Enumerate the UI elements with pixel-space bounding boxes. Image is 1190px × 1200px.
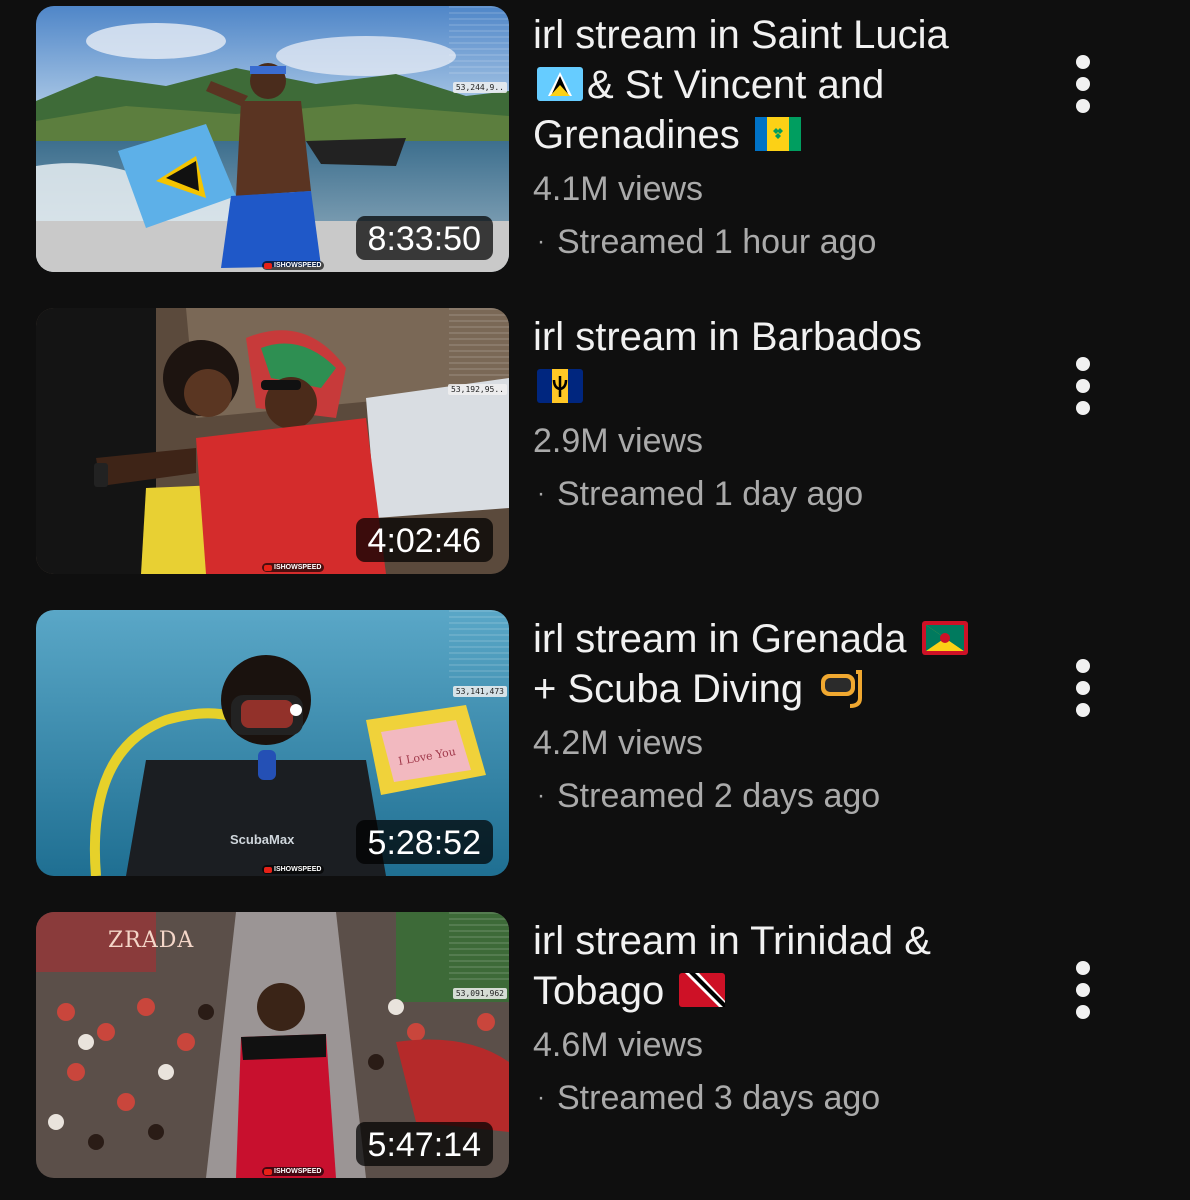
st-vincent-flag-icon — [754, 117, 801, 151]
more-options-button[interactable] — [1062, 51, 1104, 117]
video-meta: irl stream in Grenada + Scuba Diving 4.2… — [533, 610, 1013, 817]
viewer-count-overlay: 53,192,95.. — [448, 384, 507, 395]
view-count: 4.6M views — [533, 1026, 704, 1064]
video-meta: irl stream in Saint Lucia & St Vincent a… — [533, 6, 1013, 263]
duration-badge: 8:33:50 — [355, 216, 493, 260]
video-thumbnail[interactable]: 53,192,95.. ISHOWSPEED 4:02:46 — [36, 308, 509, 574]
video-item-grenada[interactable]: 53,141,473 I Love You ScubaMax ISHOWSPEE… — [0, 610, 1190, 878]
title-text: & St Vincent and Grenadines — [533, 63, 885, 157]
video-title[interactable]: irl stream in Trinidad & Tobago — [533, 916, 1013, 1016]
video-thumbnail[interactable]: 53,141,473 I Love You ScubaMax ISHOWSPEE… — [36, 610, 509, 876]
kebab-dot — [1076, 379, 1090, 393]
kebab-dot — [1076, 983, 1090, 997]
stream-date-text: Streamed 1 hour ago — [557, 223, 877, 261]
chat-overlay — [449, 6, 509, 76]
title-text: Tobago — [533, 969, 665, 1013]
channel-watermark: ISHOWSPEED — [262, 865, 325, 874]
video-item-trinidad[interactable]: ZRADA 53,091,962 ISHOWSPEED 5:47:14 irl … — [0, 912, 1190, 1180]
duration-badge: 5:47:14 — [355, 1122, 493, 1166]
title-text: irl stream in Grenada — [533, 617, 907, 661]
kebab-dot — [1076, 681, 1090, 695]
channel-watermark: ISHOWSPEED — [262, 1167, 325, 1176]
video-meta: irl stream in Barbados 2.9M views · Strea… — [533, 308, 1013, 515]
kebab-dot — [1076, 401, 1090, 415]
stream-date: · Streamed 1 day ago — [537, 473, 1013, 515]
chat-overlay — [449, 610, 509, 680]
title-text: + Scuba Diving — [533, 667, 804, 711]
video-meta: irl stream in Trinidad & Tobago 4.6M vie… — [533, 912, 1013, 1119]
title-text: irl stream in Saint Lucia — [533, 13, 949, 57]
more-options-button[interactable] — [1062, 655, 1104, 721]
separator-dot: · — [537, 228, 545, 255]
wetsuit-logo: ScubaMax — [230, 832, 295, 847]
view-count: 4.2M views — [533, 724, 704, 762]
kebab-dot — [1076, 1005, 1090, 1019]
video-item-saint-lucia[interactable]: 53,244,9.. ISHOWSPEED 8:33:50 irl stream… — [0, 6, 1190, 274]
duration-badge: 5:28:52 — [355, 820, 493, 864]
view-count: 2.9M views — [533, 422, 704, 460]
viewer-count-overlay: 53,091,962 — [452, 988, 507, 999]
more-options-button[interactable] — [1062, 353, 1104, 419]
video-item-barbados[interactable]: 53,192,95.. ISHOWSPEED 4:02:46 irl strea… — [0, 308, 1190, 576]
video-title[interactable]: irl stream in Grenada + Scuba Diving — [533, 614, 1013, 714]
kebab-dot — [1076, 357, 1090, 371]
diving-mask-icon — [821, 670, 863, 708]
duration-badge: 4:02:46 — [355, 518, 493, 562]
stream-date: · Streamed 1 hour ago — [537, 221, 1013, 263]
separator-dot: · — [537, 480, 545, 507]
kebab-dot — [1076, 77, 1090, 91]
chat-overlay — [449, 912, 509, 982]
separator-dot: · — [537, 782, 545, 809]
kebab-dot — [1076, 99, 1090, 113]
chat-overlay — [449, 308, 509, 378]
view-count: 4.1M views — [533, 170, 704, 208]
video-thumbnail[interactable]: ZRADA 53,091,962 ISHOWSPEED 5:47:14 — [36, 912, 509, 1178]
kebab-dot — [1076, 55, 1090, 69]
viewer-count-overlay: 53,244,9.. — [452, 82, 507, 93]
stream-date: · Streamed 2 days ago — [537, 775, 1013, 817]
title-text: irl stream in Barbados — [533, 315, 923, 359]
grenada-flag-icon — [921, 621, 968, 655]
channel-watermark: ISHOWSPEED — [262, 261, 325, 270]
video-title[interactable]: irl stream in Barbados — [533, 312, 1013, 412]
stream-date: · Streamed 3 days ago — [537, 1077, 1013, 1119]
barbados-flag-icon — [537, 369, 583, 403]
stream-date-text: Streamed 1 day ago — [557, 475, 864, 513]
stream-date-text: Streamed 2 days ago — [557, 777, 881, 815]
video-thumbnail[interactable]: 53,244,9.. ISHOWSPEED 8:33:50 — [36, 6, 509, 272]
storefront-sign: ZRADA — [108, 928, 195, 953]
video-list: 53,244,9.. ISHOWSPEED 8:33:50 irl stream… — [0, 0, 1190, 1200]
viewer-count-overlay: 53,141,473 — [452, 686, 507, 697]
saint-lucia-flag-icon — [537, 67, 583, 101]
trinidad-tobago-flag-icon — [679, 973, 726, 1007]
separator-dot: · — [537, 1084, 545, 1111]
kebab-dot — [1076, 703, 1090, 717]
stream-date-text: Streamed 3 days ago — [557, 1079, 881, 1117]
kebab-dot — [1076, 659, 1090, 673]
channel-watermark: ISHOWSPEED — [262, 563, 325, 572]
more-options-button[interactable] — [1062, 957, 1104, 1023]
kebab-dot — [1076, 961, 1090, 975]
title-text: irl stream in Trinidad & — [533, 919, 931, 963]
video-title[interactable]: irl stream in Saint Lucia & St Vincent a… — [533, 10, 1013, 160]
